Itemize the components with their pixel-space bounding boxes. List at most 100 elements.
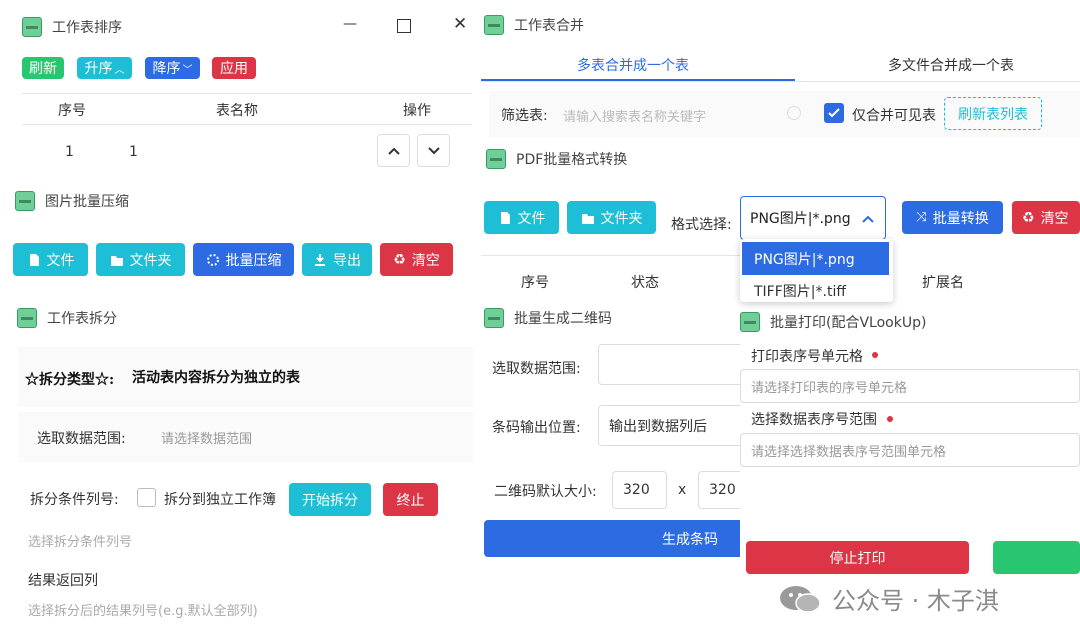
maximize-button[interactable] bbox=[397, 19, 411, 33]
split-panel-title: 工作表拆分 bbox=[47, 311, 117, 327]
pdf-col-status: 状态 bbox=[631, 275, 659, 291]
move-down-button[interactable] bbox=[417, 134, 450, 167]
sort-asc-button[interactable]: 升序 ︿ bbox=[77, 57, 132, 79]
filter-label: 筛选表: bbox=[501, 108, 548, 124]
refresh-table-list-button[interactable]: 刷新表列表 bbox=[944, 97, 1042, 130]
checkmark-icon bbox=[828, 108, 840, 118]
print-panel-header: 批量打印(配合VLookUp) bbox=[740, 312, 926, 332]
file-icon bbox=[29, 253, 39, 266]
start-split-label: 开始拆分 bbox=[302, 492, 358, 509]
divider bbox=[22, 124, 472, 125]
file-label: 文件 bbox=[517, 210, 546, 227]
tab-multi-file[interactable]: 多文件合并成一个表 bbox=[888, 55, 1014, 75]
file-icon bbox=[500, 211, 510, 224]
pdf-folder-button[interactable]: 文件夹 bbox=[567, 201, 656, 234]
download-icon bbox=[315, 253, 325, 266]
qr-width-input[interactable]: 320 bbox=[612, 471, 667, 509]
filter-input[interactable]: 请输入搜索表名称关键字 bbox=[563, 106, 706, 125]
col-action-header: 操作 bbox=[403, 103, 431, 119]
generate-label: 生成条码 bbox=[662, 531, 718, 548]
recycle-icon: ♻ bbox=[393, 251, 406, 268]
export-button[interactable]: 导出 bbox=[302, 243, 372, 276]
print-cell-label: 打印表序号单元格 bbox=[751, 349, 863, 365]
print-range-label: 选择数据表序号范围 bbox=[751, 412, 877, 428]
apply-button[interactable]: 应用 bbox=[212, 57, 256, 79]
sort-panel-title: 工作表排序 bbox=[52, 20, 122, 36]
apply-label: 应用 bbox=[220, 61, 248, 77]
app-icon bbox=[740, 312, 760, 332]
stop-print-label: 停止打印 bbox=[829, 551, 886, 567]
sort-desc-button[interactable]: 降序 ﹀ bbox=[145, 57, 200, 79]
split-panel-header: 工作表拆分 bbox=[17, 308, 117, 328]
pdf-file-button[interactable]: 文件 bbox=[484, 201, 559, 234]
qr-panel-header: 批量生成二维码 bbox=[484, 308, 612, 328]
batch-convert-button[interactable]: ⤨ 批量转换 bbox=[902, 201, 1003, 234]
split-range-label: 选取数据范围: bbox=[37, 431, 126, 447]
compress-label: 批量压缩 bbox=[225, 252, 282, 269]
start-print-button[interactable] bbox=[993, 541, 1080, 574]
qr-height-input[interactable]: 320 bbox=[698, 471, 743, 509]
col-name-header: 表名称 bbox=[216, 103, 258, 119]
qr-output-select[interactable]: 输出到数据列后 bbox=[598, 405, 743, 446]
pdf-col-ext: 扩展名 bbox=[922, 275, 964, 291]
compress-panel-header: 图片批量压缩 bbox=[15, 191, 129, 211]
split-cond-input[interactable]: 选择拆分条件列号 bbox=[28, 531, 132, 550]
batch-compress-button[interactable]: 批量压缩 bbox=[193, 243, 294, 276]
independent-workbook-checkbox[interactable] bbox=[137, 488, 156, 507]
qr-range-label: 选取数据范围: bbox=[492, 361, 581, 377]
visible-only-label: 仅合并可见表 bbox=[852, 108, 936, 124]
refresh-button[interactable]: 刷新 bbox=[22, 57, 64, 79]
minimize-button[interactable]: — bbox=[343, 16, 357, 32]
compress-file-button[interactable]: 文件 bbox=[13, 243, 88, 276]
print-panel-title: 批量打印(配合VLookUp) bbox=[770, 315, 927, 331]
chevron-up-icon bbox=[862, 215, 874, 223]
clear-label: 清空 bbox=[411, 252, 440, 269]
format-dropdown-menu: PNG图片|*.png TIFF图片|*.tiff bbox=[740, 239, 893, 302]
format-option-tiff[interactable]: TIFF图片|*.tiff bbox=[742, 279, 889, 303]
merge-panel-header: 工作表合并 bbox=[484, 15, 584, 35]
qr-range-input[interactable] bbox=[598, 344, 743, 385]
required-dot bbox=[872, 352, 878, 358]
merge-panel-title: 工作表合并 bbox=[514, 18, 584, 34]
app-icon bbox=[22, 17, 42, 37]
result-column-input[interactable]: 选择拆分后的结果列号(e.g.默认全部列) bbox=[28, 600, 258, 619]
compress-clear-button[interactable]: ♻ 清空 bbox=[380, 243, 453, 276]
generate-qr-button[interactable]: 生成条码 bbox=[484, 520, 743, 557]
print-cell-input[interactable]: 请选择打印表的序号单元格 bbox=[740, 369, 1080, 403]
folder-plus-icon bbox=[110, 255, 123, 266]
clear-circle-icon[interactable] bbox=[787, 106, 801, 120]
folder-label: 文件夹 bbox=[129, 252, 172, 269]
chevron-down-icon bbox=[427, 146, 440, 154]
row-name-cell: 1 bbox=[129, 144, 138, 160]
visible-only-checkbox[interactable] bbox=[824, 103, 844, 123]
print-range-input[interactable]: 请选择选择数据表序号范围单元格 bbox=[740, 433, 1080, 467]
file-label: 文件 bbox=[46, 252, 75, 269]
refresh-label: 刷新 bbox=[29, 61, 57, 77]
divider bbox=[22, 93, 472, 94]
close-button[interactable]: ✕ bbox=[453, 14, 467, 34]
stop-print-button[interactable]: 停止打印 bbox=[746, 541, 969, 574]
spinner-icon bbox=[206, 253, 219, 266]
divider bbox=[481, 81, 1080, 82]
start-split-button[interactable]: 开始拆分 bbox=[289, 483, 371, 516]
stop-split-button[interactable]: 终止 bbox=[383, 483, 438, 516]
tab-multi-sheet[interactable]: 多表合并成一个表 bbox=[577, 55, 689, 75]
format-option-png[interactable]: PNG图片|*.png bbox=[742, 242, 889, 275]
chevron-up-icon: ︿ bbox=[114, 64, 125, 76]
pdf-clear-button[interactable]: ♻ 清空 bbox=[1012, 201, 1080, 234]
split-range-input[interactable]: 请选择数据范围 bbox=[151, 420, 461, 454]
qr-panel-title: 批量生成二维码 bbox=[514, 311, 612, 327]
chevron-down-icon: ﹀ bbox=[182, 64, 193, 76]
divider bbox=[481, 255, 740, 256]
compress-folder-button[interactable]: 文件夹 bbox=[96, 243, 185, 276]
format-select-label: 格式选择: bbox=[671, 217, 732, 233]
chevron-up-icon bbox=[387, 147, 400, 155]
format-select[interactable]: PNG图片|*.png bbox=[740, 196, 886, 240]
split-type-value[interactable]: 活动表内容拆分为独立的表 bbox=[132, 367, 300, 387]
move-up-button[interactable] bbox=[377, 134, 410, 167]
recycle-icon: ♻ bbox=[1022, 209, 1035, 226]
export-label: 导出 bbox=[333, 252, 361, 269]
independent-workbook-label: 拆分到独立工作簿 bbox=[164, 492, 276, 508]
asc-label: 升序 bbox=[84, 61, 113, 77]
qr-size-separator: x bbox=[678, 482, 687, 498]
